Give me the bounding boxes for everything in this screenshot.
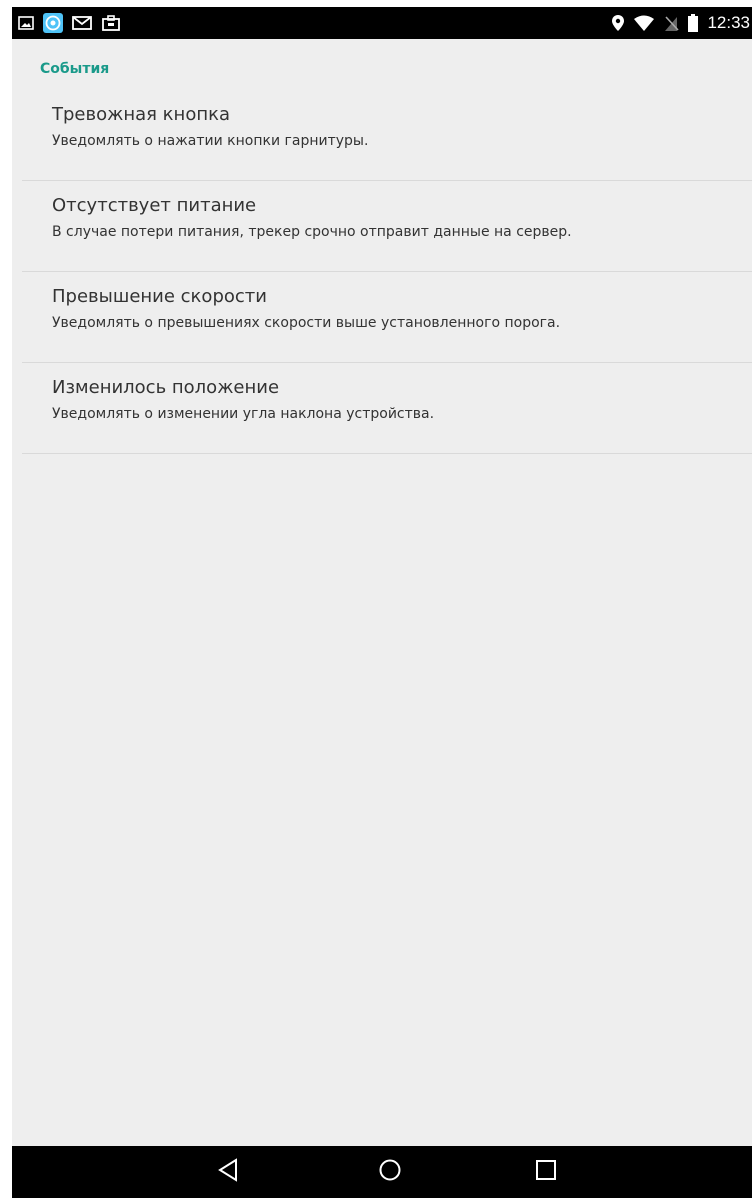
mail-icon — [72, 15, 92, 31]
pref-item-speeding[interactable]: Превышение скорости Уведомлять о превыше… — [22, 272, 752, 363]
status-bar: 12:33 — [12, 7, 752, 39]
back-icon — [217, 1158, 239, 1186]
pref-title: Превышение скорости — [52, 286, 267, 307]
recents-icon — [535, 1159, 557, 1185]
pref-summary: Уведомлять о нажатии кнопки гарнитуры. — [52, 133, 369, 149]
briefcase-icon — [101, 13, 121, 33]
app-location-icon — [43, 13, 63, 33]
pref-item-panic-button[interactable]: Тревожная кнопка Уведомлять о нажатии кн… — [22, 90, 752, 181]
wifi-icon — [634, 15, 655, 31]
home-icon — [378, 1158, 402, 1186]
status-clock: 12:33 — [707, 13, 750, 32]
navigation-bar — [12, 1146, 752, 1198]
pref-title: Тревожная кнопка — [52, 104, 231, 125]
system-icons: 12:33 — [611, 7, 752, 39]
pref-summary: В случае потери питания, трекер срочно о… — [52, 224, 572, 240]
no-sim-icon — [663, 14, 680, 32]
battery-icon — [688, 14, 699, 32]
pref-summary: Уведомлять о превышениях скорости выше у… — [52, 315, 561, 331]
pref-summary: Уведомлять о изменении угла наклона устр… — [52, 406, 435, 422]
location-pin-icon — [611, 14, 625, 32]
pref-title: Изменилось положение — [52, 377, 280, 398]
back-button[interactable] — [198, 1146, 258, 1198]
category-title: События — [40, 61, 110, 77]
recents-button[interactable] — [516, 1146, 576, 1198]
image-icon — [18, 15, 34, 31]
notification-icons — [18, 7, 121, 39]
pref-item-power-loss[interactable]: Отсутствует питание В случае потери пита… — [22, 181, 752, 272]
pref-item-position-changed[interactable]: Изменилось положение Уведомлять о измене… — [22, 363, 752, 454]
screen: 12:33 События Тревожная кнопка Уведомлят… — [12, 7, 752, 1198]
home-button[interactable] — [360, 1146, 420, 1198]
pref-title: Отсутствует питание — [52, 195, 257, 216]
